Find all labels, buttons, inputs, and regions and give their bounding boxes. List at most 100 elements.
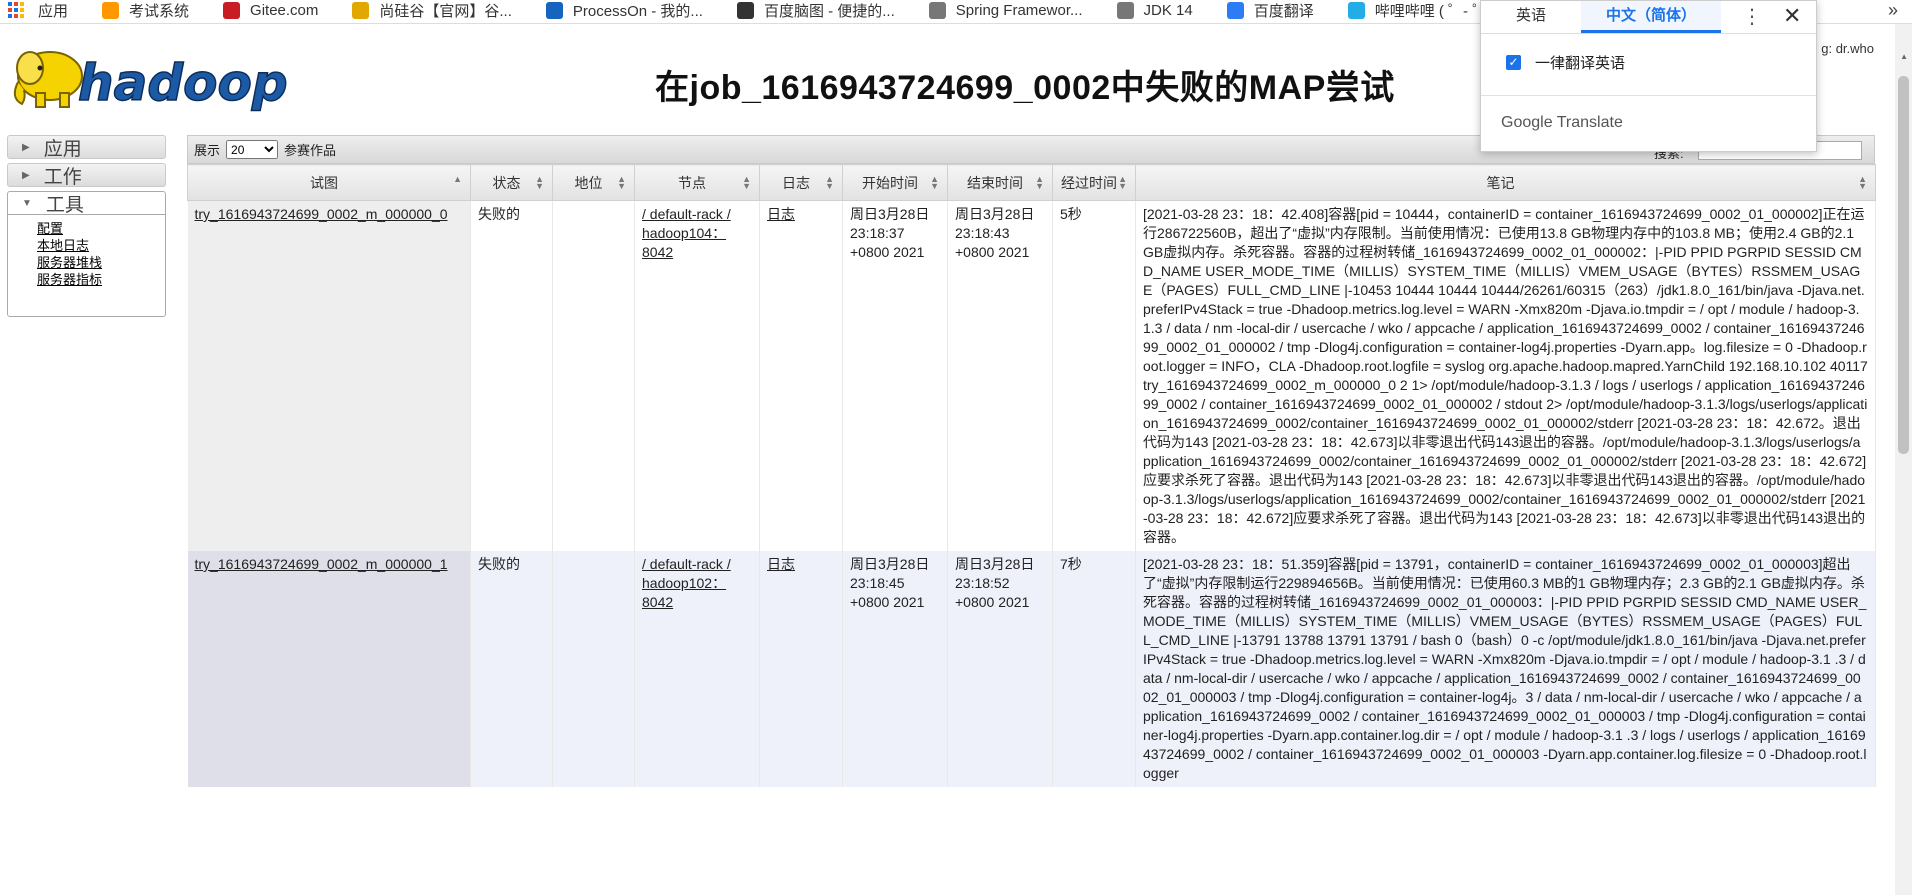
- tab-english[interactable]: 英语: [1481, 1, 1581, 33]
- bookmark-item[interactable]: 考试系统: [102, 0, 189, 20]
- state-cell: 失败的: [470, 200, 553, 551]
- column-label: 日志: [782, 174, 810, 191]
- table-row: try_1616943724699_0002_m_000000_1 失败的 / de…: [187, 551, 1876, 787]
- attempts-table-container: 展示 20 参赛作品 搜索: 试图 ▲ 状态 ▲ ▼ 地位 ▲ ▼ 节点 ▲ ▼ 日志 ▲ ▼ 开始时间 ▲ ▼…: [187, 135, 1876, 787]
- column-label: 状态: [492, 174, 521, 191]
- bookmark-item[interactable]: 应用: [8, 0, 68, 20]
- notes-cell: [2021-03-28 23：18：42.408]容器[pid = 10444，…: [1143, 206, 1868, 545]
- scroll-up-arrow-icon[interactable]: ▲: [1900, 52, 1908, 61]
- triangle-down-icon: ▼: [22, 197, 32, 209]
- logo-text: hadoop: [78, 54, 288, 112]
- bookmark-item[interactable]: JDK 14: [1116, 0, 1193, 20]
- sort-both-icon: ▲ ▼: [825, 174, 834, 191]
- sort-asc-icon: ▲: [453, 174, 462, 184]
- logs-cell: 日志: [759, 551, 843, 787]
- page-size-select[interactable]: 20: [226, 140, 279, 159]
- bookmark-label: 尚硅谷【官网】谷...: [379, 2, 512, 20]
- finish-time-cell: 周日3月28日 23:18:43 +0800 2021: [955, 206, 1035, 260]
- page-scrollbar[interactable]: ▲: [1895, 24, 1912, 895]
- sidebar-link-server-metrics[interactable]: 服务器指标: [37, 271, 165, 288]
- column-label: 试图: [310, 174, 338, 191]
- sort-both-icon: ▲ ▼: [1118, 174, 1127, 191]
- finish-time-cell: 周日3月28日 23:18:52 +0800 2021: [955, 556, 1035, 610]
- more-vert-icon[interactable]: ⋮: [1742, 4, 1762, 29]
- hadoop-logo[interactable]: hadoop: [8, 38, 308, 113]
- user-info: g: dr.who: [1821, 41, 1874, 56]
- col-state-header[interactable]: 状态 ▲ ▼: [470, 164, 553, 201]
- attempt-cell: try_1616943724699_0002_m_000000_1: [187, 551, 471, 787]
- elapsed-cell: 7秒: [1052, 551, 1136, 787]
- col-attempt-header[interactable]: 试图 ▲: [187, 164, 471, 201]
- elapsed-cell: 5秒: [1060, 206, 1082, 222]
- sidebar-item-label: 工作: [43, 166, 82, 188]
- col-elapsed-header[interactable]: 经过时间 ▲ ▼: [1052, 164, 1136, 201]
- col-node-header[interactable]: 节点 ▲ ▼: [634, 164, 760, 201]
- node-link[interactable]: / default-rack / hadoop104：8042: [642, 206, 731, 260]
- sidebar-item-label: 工具: [45, 194, 84, 216]
- column-label: 结束时间: [967, 174, 1023, 191]
- elapsed-cell: 7秒: [1060, 556, 1082, 572]
- sidebar-nav: ▶ 应用 ▶ 工作 ▼ 工具 配置 本地日志 服务器堆栈 服务器指标: [7, 135, 166, 317]
- start-time-cell: 周日3月28日 23:18:37 +0800 2021: [842, 200, 948, 551]
- bookmark-item[interactable]: 尚硅谷【官网】谷...: [352, 0, 512, 20]
- popup-divider: [1481, 95, 1816, 96]
- notes-cell: [2021-03-28 23：18：51.359]容器[pid = 13791，…: [1135, 551, 1876, 787]
- col-notes-header[interactable]: 笔记 ▲ ▼: [1135, 164, 1876, 201]
- attempt-cell: try_1616943724699_0002_m_000000_0: [187, 200, 471, 551]
- scrollbar-thumb[interactable]: [1898, 76, 1909, 454]
- col-finish-time-header[interactable]: 结束时间 ▲ ▼: [947, 164, 1053, 201]
- triangle-right-icon: ▶: [22, 141, 30, 153]
- apps-grid-icon: [8, 2, 24, 18]
- logs-cell: 日志: [759, 200, 843, 551]
- column-label: 经过时间: [1061, 174, 1117, 191]
- sidebar-item-applications[interactable]: ▶ 应用: [7, 135, 166, 160]
- attempt-link[interactable]: try_1616943724699_0002_m_000000_0: [195, 206, 448, 222]
- sidebar-link-local-logs[interactable]: 本地日志: [37, 237, 165, 254]
- sidebar-section-tools: ▼ 工具 配置 本地日志 服务器堆栈 服务器指标: [7, 191, 166, 317]
- bookmark-label: Gitee.com: [250, 1, 319, 19]
- show-label: 展示: [194, 143, 221, 158]
- state-cell: 失败的: [470, 551, 553, 787]
- state-cell: 失败的: [478, 556, 520, 572]
- finish-time-cell: 周日3月28日 23:18:43 +0800 2021: [947, 200, 1053, 551]
- bookmark-label: 考试系统: [129, 2, 190, 20]
- col-status-header[interactable]: 地位 ▲ ▼: [552, 164, 635, 201]
- status-cell: [552, 551, 635, 787]
- col-start-time-header[interactable]: 开始时间 ▲ ▼: [842, 164, 948, 201]
- sort-both-icon: ▲ ▼: [1858, 174, 1867, 191]
- table-header-row: 试图 ▲ 状态 ▲ ▼ 地位 ▲ ▼ 节点 ▲ ▼ 日志 ▲ ▼ 开始时间 ▲ ▼ 结束时间 ▲ ▼ 经过时间 ▲ ▼ 笔记 ▲…: [187, 164, 1876, 201]
- sidebar-item-tools[interactable]: ▼ 工具: [8, 192, 165, 216]
- spring-icon: [928, 1, 946, 19]
- attempt-link[interactable]: try_1616943724699_0002_m_000000_1: [195, 556, 448, 572]
- bookmark-label: 百度脑图 - 便捷的...: [763, 2, 895, 20]
- bookmark-item[interactable]: Spring Framewor...: [928, 0, 1083, 20]
- sidebar-link-conf[interactable]: 配置: [37, 220, 165, 237]
- logs-link[interactable]: 日志: [767, 206, 795, 222]
- baidu-fanyi-icon: [1226, 1, 1244, 19]
- logs-link[interactable]: 日志: [767, 556, 795, 572]
- sidebar-link-server-stacks[interactable]: 服务器堆栈: [37, 254, 165, 271]
- bookmark-label: Spring Framewor...: [955, 1, 1083, 19]
- status-cell: [552, 200, 635, 551]
- more-bookmarks-icon[interactable]: »: [1888, 0, 1898, 21]
- node-link[interactable]: / default-rack / hadoop102：8042: [642, 556, 731, 610]
- bilibili-icon: [1347, 1, 1365, 19]
- close-icon[interactable]: ✕: [1783, 3, 1801, 29]
- bookmark-item[interactable]: 百度翻译: [1226, 0, 1314, 20]
- sidebar-item-label: 应用: [43, 138, 82, 160]
- col-logs-header[interactable]: 日志 ▲ ▼: [759, 164, 843, 201]
- node-cell: / default-rack / hadoop102：8042: [634, 551, 760, 787]
- flame-icon: [102, 1, 120, 19]
- tools-links: 配置 本地日志 服务器堆栈 服务器指标: [8, 215, 165, 288]
- bookmark-item[interactable]: ProcessOn - 我的...: [545, 0, 703, 20]
- translate-tabs: 英语 中文（简体） ⋮ ✕: [1481, 1, 1816, 34]
- bookmark-item[interactable]: Gitee.com: [223, 0, 318, 20]
- checkbox-checked-icon[interactable]: ✓: [1506, 55, 1521, 70]
- bookmark-item[interactable]: 百度脑图 - 便捷的...: [736, 0, 895, 20]
- always-translate-label: 一律翻译英语: [1535, 55, 1626, 72]
- column-label: 开始时间: [862, 174, 918, 191]
- google-translate-brand: Google Translate: [1501, 114, 1623, 131]
- always-translate-option[interactable]: ✓ 一律翻译英语: [1481, 34, 1816, 73]
- tab-chinese-simplified[interactable]: 中文（简体）: [1581, 1, 1721, 33]
- sidebar-item-jobs[interactable]: ▶ 工作: [7, 163, 166, 188]
